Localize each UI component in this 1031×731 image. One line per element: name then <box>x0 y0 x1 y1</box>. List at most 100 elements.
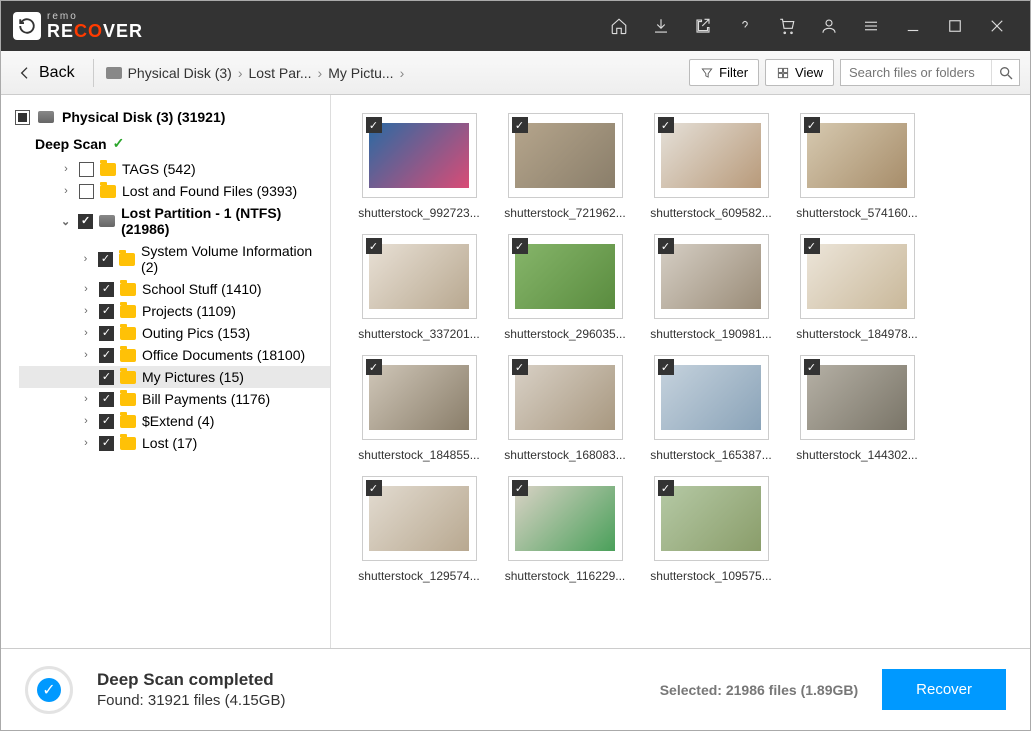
checkbox-icon[interactable] <box>99 348 114 363</box>
checkbox-icon[interactable] <box>15 110 30 125</box>
thumb-box: ✓ <box>654 113 769 198</box>
checkbox-icon[interactable] <box>78 214 93 229</box>
view-button[interactable]: View <box>765 59 834 86</box>
file-thumbnail[interactable]: ✓shutterstock_609582... <box>641 113 781 220</box>
file-thumbnail[interactable]: ✓shutterstock_992723... <box>349 113 489 220</box>
file-thumbnail[interactable]: ✓ shutterstock_184855... <box>349 355 489 462</box>
tree-item[interactable]: ›Office Documents (18100) <box>19 344 330 366</box>
image-placeholder <box>807 244 907 309</box>
tree-item[interactable]: My Pictures (15) <box>19 366 330 388</box>
search-input[interactable] <box>841 60 991 85</box>
back-label: Back <box>39 64 75 82</box>
chevron-right-icon[interactable]: › <box>79 349 93 361</box>
tree-item[interactable]: ›Projects (1109) <box>19 300 330 322</box>
menu-icon[interactable] <box>850 1 892 51</box>
file-thumbnail[interactable]: ✓shutterstock_190981... <box>641 234 781 341</box>
file-thumbnail[interactable]: ✓shutterstock_129574... <box>349 476 489 583</box>
tree-item[interactable]: ›School Stuff (1410) <box>19 278 330 300</box>
checkbox-icon[interactable]: ✓ <box>512 238 528 254</box>
file-thumbnail[interactable]: ✓shutterstock_574160... <box>787 113 927 220</box>
checkbox-icon[interactable]: ✓ <box>804 117 820 133</box>
checkbox-icon[interactable] <box>99 304 114 319</box>
file-thumbnail[interactable]: ✓shutterstock_296035... <box>495 234 635 341</box>
checkbox-icon[interactable] <box>79 184 94 199</box>
export-icon[interactable] <box>682 1 724 51</box>
filter-button[interactable]: Filter <box>689 59 759 86</box>
file-thumbnail[interactable]: ✓shutterstock_168083... <box>495 355 635 462</box>
chevron-right-icon[interactable]: › <box>59 163 73 175</box>
tree-label: System Volume Information (2) <box>141 243 320 275</box>
breadcrumb-item[interactable]: Lost Par... <box>249 65 312 81</box>
check-icon: ✓ <box>113 135 125 152</box>
chevron-right-icon[interactable]: › <box>79 305 93 317</box>
checkbox-icon[interactable]: ✓ <box>366 480 382 496</box>
checkbox-icon[interactable] <box>99 414 114 429</box>
recover-button[interactable]: Recover <box>882 669 1006 710</box>
image-placeholder <box>515 123 615 188</box>
checkbox-icon[interactable]: ✓ <box>512 480 528 496</box>
checkbox-icon[interactable] <box>99 392 114 407</box>
thumb-box: ✓ <box>508 476 623 561</box>
chevron-down-icon[interactable]: ⌄ <box>59 215 72 228</box>
maximize-icon[interactable] <box>934 1 976 51</box>
chevron-right-icon[interactable]: › <box>59 185 73 197</box>
chevron-right-icon[interactable]: › <box>79 437 93 449</box>
minimize-icon[interactable] <box>892 1 934 51</box>
file-thumbnail[interactable]: ✓shutterstock_116229... <box>495 476 635 583</box>
tree-item-lostpartition[interactable]: ⌄ Lost Partition - 1 (NTFS) (21986) <box>19 202 330 240</box>
checkbox-icon[interactable] <box>99 370 114 385</box>
checkbox-icon[interactable]: ✓ <box>658 480 674 496</box>
checkbox-icon[interactable]: ✓ <box>512 117 528 133</box>
status-selected: Selected: 21986 files (1.89GB) <box>660 682 858 698</box>
breadcrumb-item[interactable]: My Pictu... <box>328 65 393 81</box>
search-button[interactable] <box>991 60 1019 85</box>
checkbox-icon[interactable] <box>98 252 113 267</box>
checkbox-icon[interactable]: ✓ <box>366 238 382 254</box>
tree-item[interactable]: ›$Extend (4) <box>19 410 330 432</box>
tree-item[interactable]: ›Outing Pics (153) <box>19 322 330 344</box>
download-icon[interactable] <box>640 1 682 51</box>
home-icon[interactable] <box>598 1 640 51</box>
checkbox-icon[interactable] <box>99 282 114 297</box>
thumb-box: ✓ <box>654 476 769 561</box>
tree-item-tags[interactable]: › TAGS (542) <box>19 158 330 180</box>
chevron-right-icon[interactable]: › <box>79 283 93 295</box>
folder-icon <box>120 327 136 340</box>
file-thumbnail[interactable]: ✓shutterstock_165387... <box>641 355 781 462</box>
checkbox-icon[interactable] <box>99 436 114 451</box>
file-name: shutterstock_184855... <box>358 448 479 462</box>
checkbox-icon[interactable]: ✓ <box>366 359 382 375</box>
tree-item-lostfound[interactable]: › Lost and Found Files (9393) <box>19 180 330 202</box>
checkbox-icon[interactable] <box>99 326 114 341</box>
user-icon[interactable] <box>808 1 850 51</box>
chevron-right-icon[interactable]: › <box>79 253 92 265</box>
checkbox-icon[interactable]: ✓ <box>366 117 382 133</box>
thumb-box: ✓ <box>654 234 769 319</box>
checkbox-icon[interactable]: ✓ <box>804 359 820 375</box>
help-icon[interactable] <box>724 1 766 51</box>
cart-icon[interactable] <box>766 1 808 51</box>
file-thumbnail[interactable]: ✓shutterstock_144302... <box>787 355 927 462</box>
sidebar-root[interactable]: Physical Disk (3) (31921) <box>1 105 330 129</box>
back-button[interactable]: Back <box>11 60 81 86</box>
breadcrumb-root[interactable]: Physical Disk (3) <box>128 65 232 81</box>
checkbox-icon[interactable]: ✓ <box>658 359 674 375</box>
checkbox-icon[interactable]: ✓ <box>658 117 674 133</box>
tree-item[interactable]: ›Bill Payments (1176) <box>19 388 330 410</box>
close-icon[interactable] <box>976 1 1018 51</box>
tree-item[interactable]: › System Volume Information (2) <box>19 240 330 278</box>
file-thumbnail[interactable]: ✓shutterstock_184978... <box>787 234 927 341</box>
chevron-right-icon[interactable]: › <box>79 327 93 339</box>
drive-icon <box>38 111 54 123</box>
checkbox-icon[interactable] <box>79 162 94 177</box>
tree-item[interactable]: ›Lost (17) <box>19 432 330 454</box>
file-thumbnail[interactable]: ✓shutterstock_721962... <box>495 113 635 220</box>
checkbox-icon[interactable]: ✓ <box>804 238 820 254</box>
chevron-right-icon[interactable]: › <box>79 415 93 427</box>
checkbox-icon[interactable]: ✓ <box>512 359 528 375</box>
file-thumbnail[interactable]: ✓shutterstock_109575... <box>641 476 781 583</box>
file-thumbnail[interactable]: ✓shutterstock_337201... <box>349 234 489 341</box>
logo-icon <box>13 12 41 40</box>
chevron-right-icon[interactable]: › <box>79 393 93 405</box>
checkbox-icon[interactable]: ✓ <box>658 238 674 254</box>
